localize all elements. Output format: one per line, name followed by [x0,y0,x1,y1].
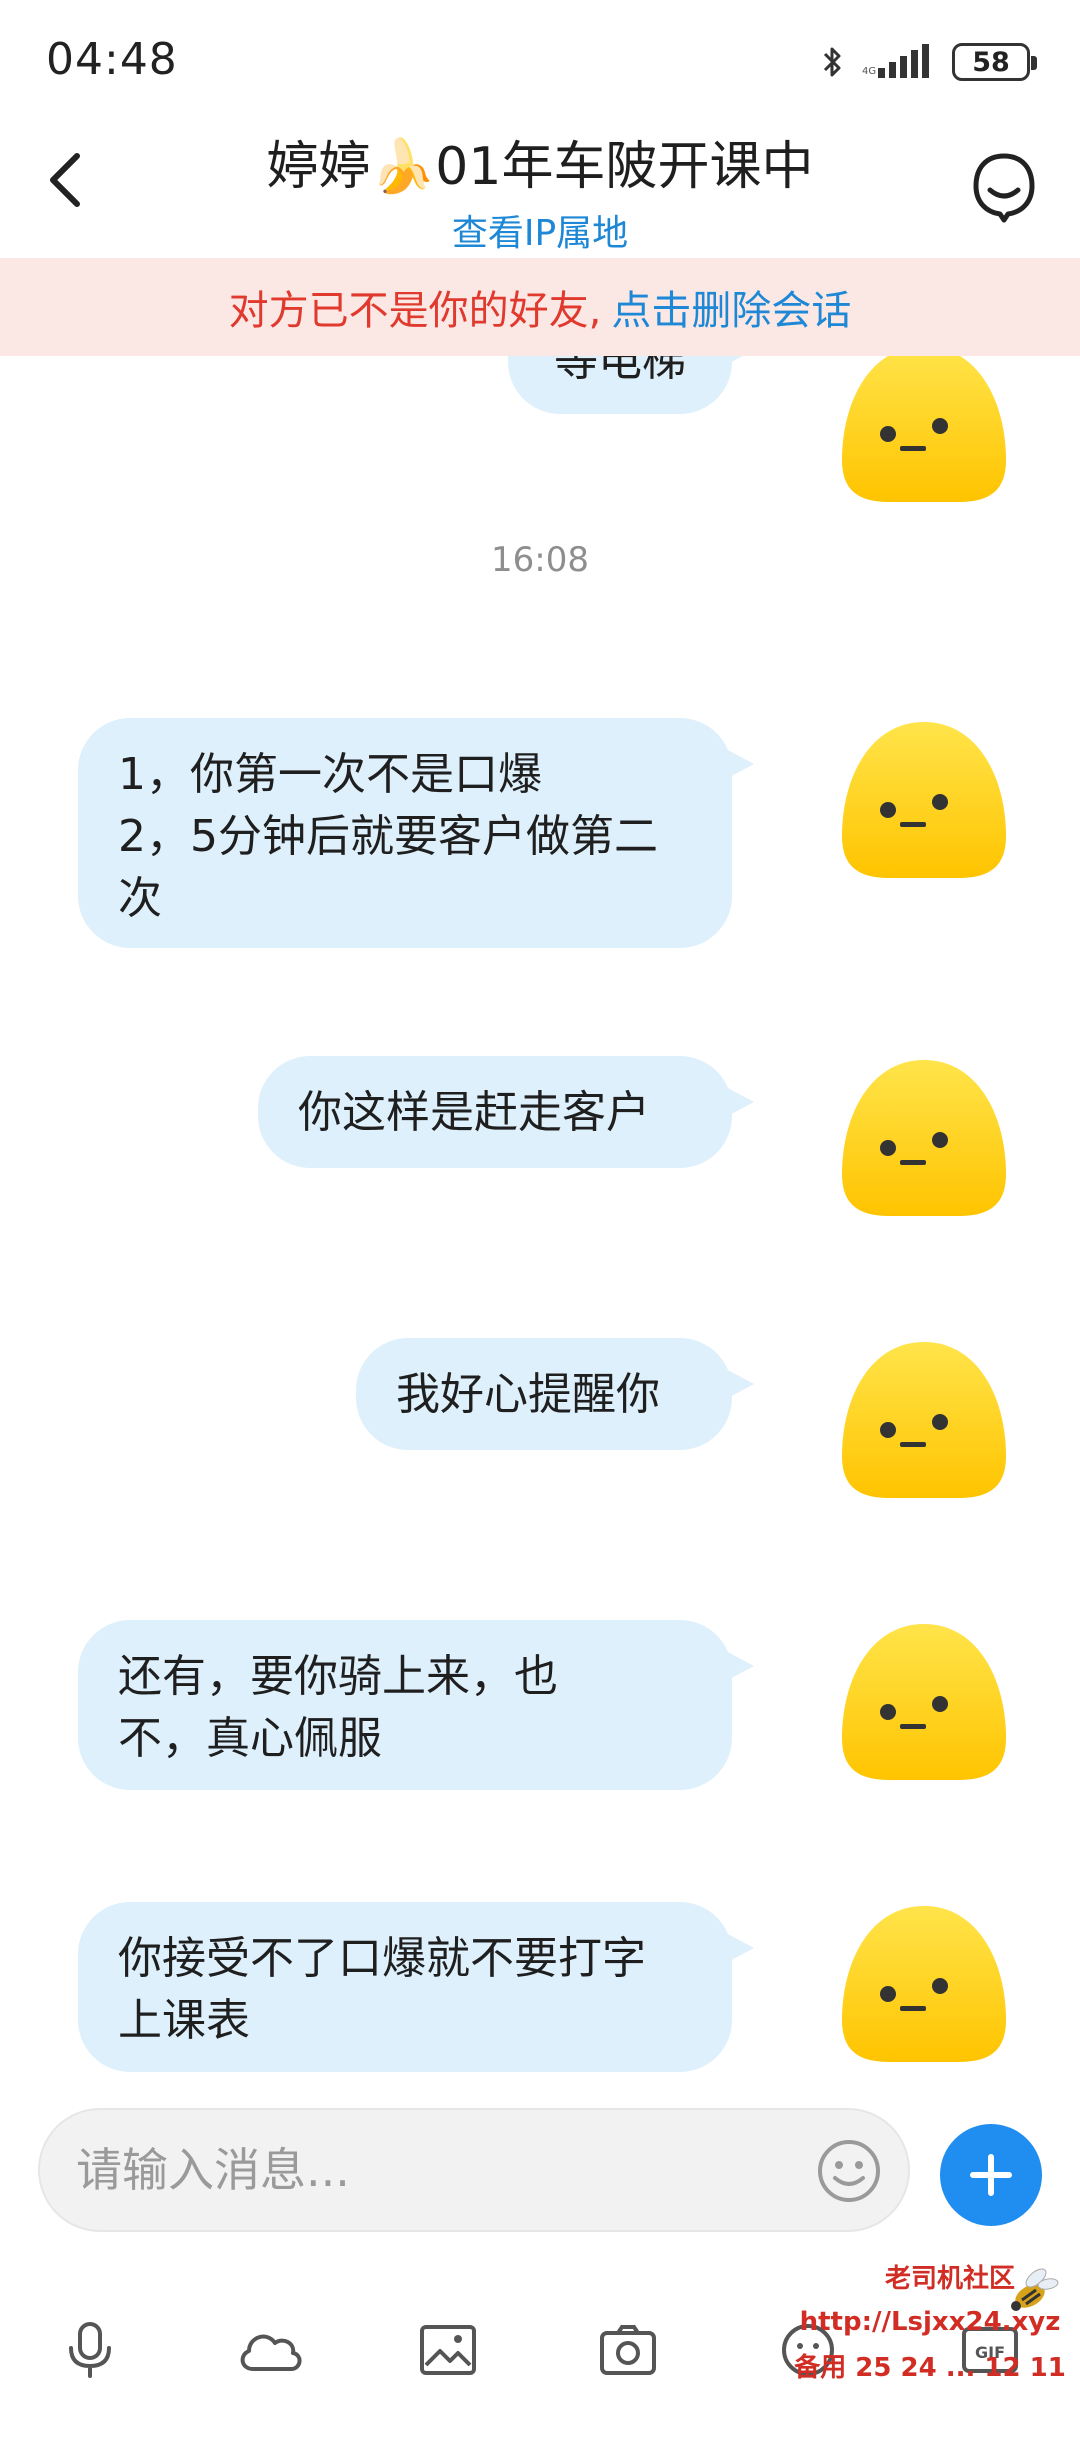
message-list[interactable]: 等电梯 16:08 1，你第一次不是口爆 2，5分钟后就要客户做第二次 你这样是… [0,356,1080,2096]
chat-header: 婷婷🍌01年车陂开课中 查看IP属地 [0,120,1080,258]
message-text: 你接受不了口爆就不要打字上课表 [118,1933,646,2046]
battery-icon: 58 [952,43,1037,81]
input-bar [0,2096,1080,2246]
camera-icon [600,2325,656,2375]
status-time: 04:48 [46,34,178,85]
watermark: 老司机社区 http://Lsjxx24.xyz 备用 25 24 ... 12… [780,2258,1080,2428]
chat-screen: 04:48 4G 58 婷婷🍌01年车陂开课中 查看IP属地 对方已不是你的好友… [0,0,1080,2440]
message-text: 1，你第一次不是口爆 2，5分钟后就要客户做第二次 [118,749,658,924]
cloud-button[interactable] [230,2310,310,2390]
message-text: 你这样是赶走客户 [298,1087,650,1138]
message-bubble[interactable]: 等电梯 [508,356,754,414]
voice-button[interactable] [50,2310,130,2390]
avatar[interactable] [838,356,1010,504]
message-text: 还有，要你骑上来，也不，真心佩服 [118,1651,558,1764]
message-bubble[interactable]: 1，你第一次不是口爆 2，5分钟后就要客户做第二次 [78,718,754,948]
plus-icon [970,2154,1012,2196]
message-bubble[interactable]: 你接受不了口爆就不要打字上课表 [78,1902,754,2072]
emoji-icon[interactable] [816,2138,882,2204]
add-button[interactable] [940,2124,1042,2226]
not-friend-banner: 对方已不是你的好友, 点击删除会话 [0,258,1080,356]
message-text: 等电梯 [554,356,686,386]
delete-conversation-link[interactable]: 点击删除会话 [611,278,851,336]
message-text: 我好心提醒你 [396,1369,660,1420]
camera-button[interactable] [588,2310,668,2390]
svg-text:4G: 4G [862,66,876,77]
signal-icon: 4G [862,44,934,80]
profile-button[interactable] [968,150,1040,228]
battery-level: 58 [972,46,1010,78]
avatar[interactable] [838,1902,1010,2064]
bee-logo [1011,2268,1059,2311]
ip-location-link[interactable]: 查看IP属地 [0,204,1080,256]
message-bubble[interactable]: 还有，要你骑上来，也不，真心佩服 [78,1620,754,1790]
status-icons: 4G 58 [822,40,1037,84]
avatar[interactable] [838,1056,1010,1218]
message-input[interactable] [38,2108,910,2232]
bluetooth-icon [822,44,844,80]
avatar[interactable] [838,1338,1010,1500]
status-bar: 04:48 4G 58 [0,0,1080,120]
image-icon [420,2325,476,2375]
banner-text: 对方已不是你的好友, [228,288,602,334]
avatar[interactable] [838,718,1010,880]
cloud-icon [240,2334,302,2371]
message-timestamp: 16:08 [491,540,589,580]
avatar[interactable] [838,1620,1010,1782]
message-bubble[interactable]: 你这样是赶走客户 [258,1056,754,1168]
watermark-backup: 备用 25 24 ... 12 11 [794,2353,1066,2383]
chat-title: 婷婷🍌01年车陂开课中 [266,137,814,197]
gallery-button[interactable] [408,2310,488,2390]
profile-icon [973,153,1035,223]
microphone-icon [69,2322,111,2378]
message-bubble[interactable]: 我好心提醒你 [356,1338,754,1450]
